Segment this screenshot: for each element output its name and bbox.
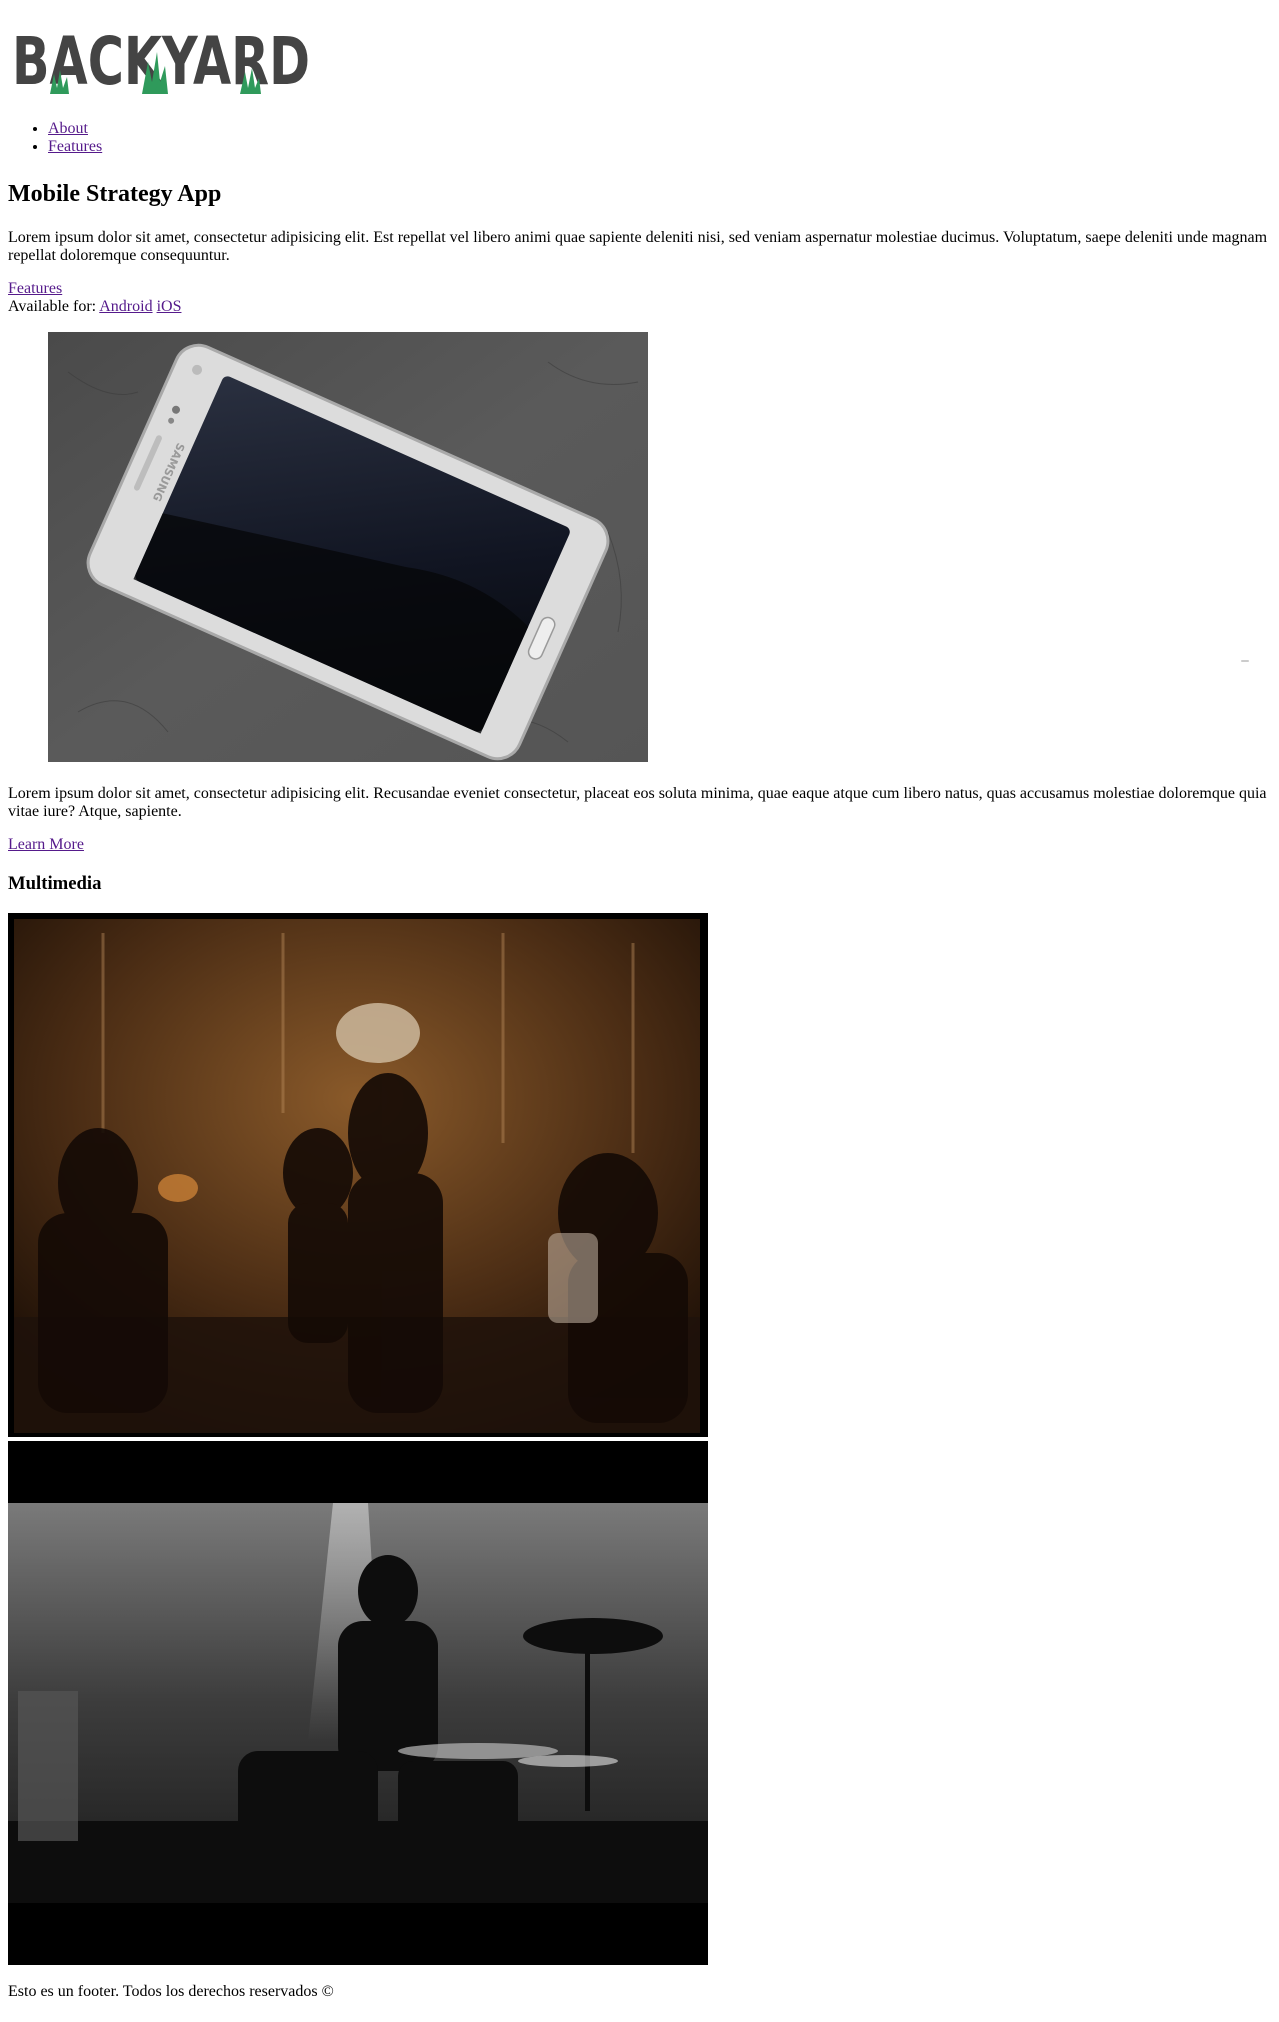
available-label: Available for:: [8, 298, 97, 315]
nav-item-about: About: [48, 120, 102, 138]
phone-image: SAMSUNG: [48, 332, 648, 762]
android-link[interactable]: Android: [99, 298, 152, 315]
body-paragraph: Lorem ipsum dolor sit amet, consectetur …: [8, 785, 1267, 820]
main-nav: About Features: [0, 120, 102, 156]
hero-lead-text: Lorem ipsum dolor sit amet, consectetur …: [8, 229, 1268, 264]
nav-link-about[interactable]: About: [48, 120, 88, 137]
multimedia-heading: Multimedia: [8, 873, 102, 894]
nav-item-features: Features: [48, 138, 102, 156]
ios-link[interactable]: iOS: [157, 298, 182, 315]
backyard-logo: BACKYARD: [12, 23, 310, 94]
footer-text: Esto es un footer. Todos los derechos re…: [8, 1983, 334, 2000]
decorative-mark: [1241, 660, 1249, 662]
page-title: Mobile Strategy App: [8, 181, 222, 207]
nav-link-features[interactable]: Features: [48, 138, 102, 155]
video-player-2[interactable]: [8, 1441, 708, 1965]
learn-more-link[interactable]: Learn More: [8, 836, 84, 854]
video-player-1[interactable]: [8, 913, 708, 1437]
availability-line: Available for: Android iOS: [8, 298, 181, 316]
features-link[interactable]: Features: [8, 280, 62, 298]
